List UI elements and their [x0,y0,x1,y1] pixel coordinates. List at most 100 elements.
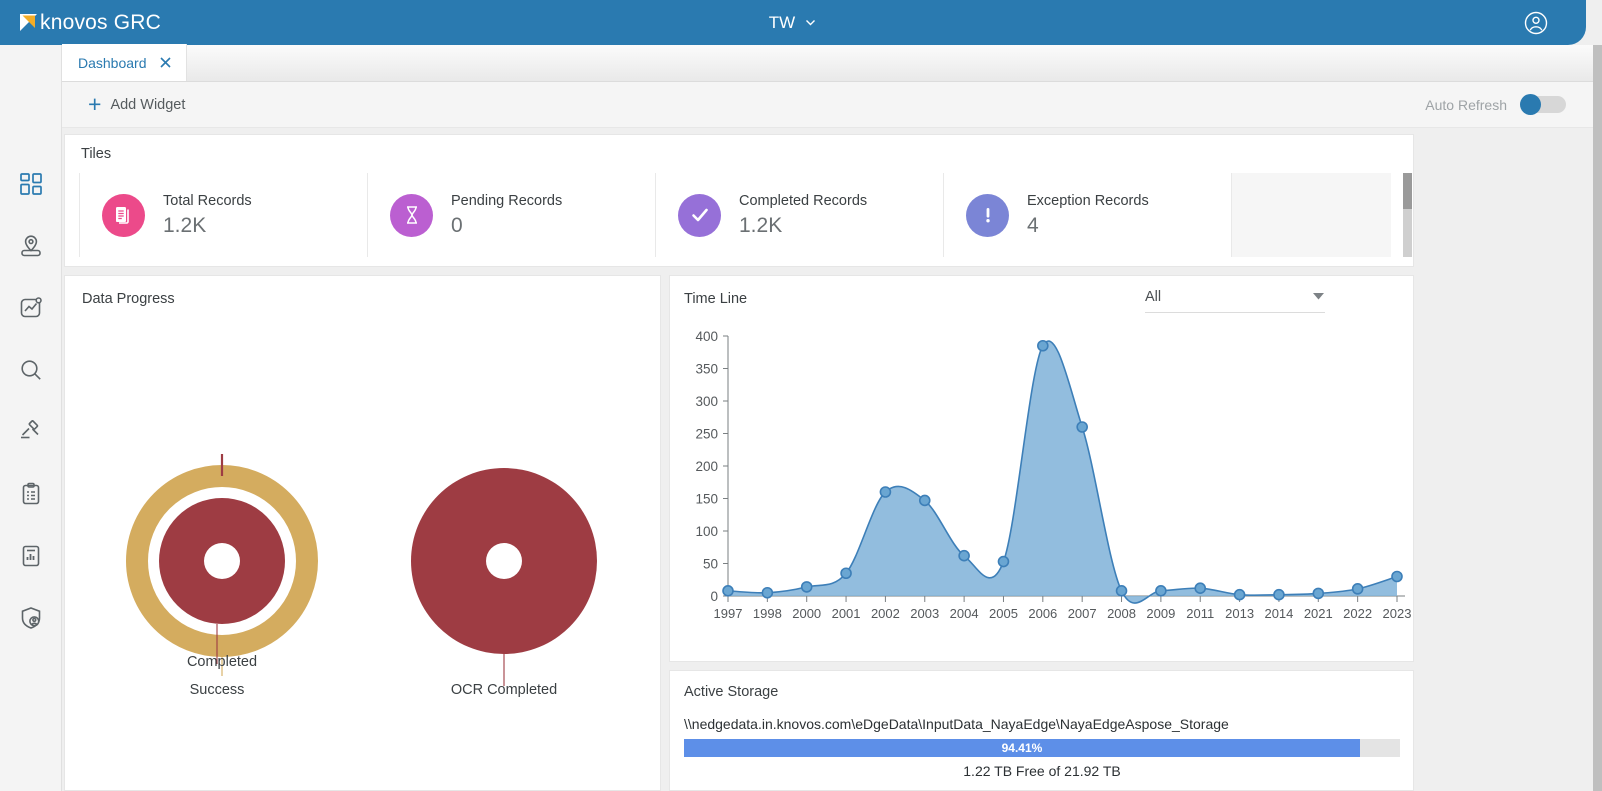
sidebar-item-security[interactable] [14,603,48,637]
y-axis-tick-label: 250 [695,427,718,442]
data-point[interactable] [723,586,733,596]
timeline-area-chart: 0501001502002503003504001997199820002001… [670,322,1415,652]
scrollbar-thumb[interactable] [1403,173,1412,209]
ocr-completed-donut: OCR Completed [411,468,597,698]
tiles-title: Tiles [81,146,111,162]
tile-label: Exception Records [1027,193,1149,209]
x-axis-tick-label: 1997 [714,606,743,621]
knovos-k-icon [18,12,39,33]
dashboard-grid-icon [18,171,44,202]
plus-icon: + [88,93,101,116]
location-pin-icon [18,233,44,264]
y-axis-tick-label: 350 [695,362,718,377]
left-sidebar [0,45,62,791]
storage-progress-fill: 94.41% [684,739,1360,757]
tile-placeholder [1231,173,1391,257]
page-scrollbar-thumb[interactable] [1593,45,1602,791]
sidebar-item-search[interactable] [14,355,48,389]
sidebar-item-dashboard[interactable] [14,169,48,203]
hourglass-icon [390,194,433,237]
label-success: Success [190,682,245,698]
sidebar-item-analytics[interactable] [14,293,48,327]
x-axis-tick-label: 2011 [1186,606,1214,621]
tile-pending-records[interactable]: Pending Records 0 [367,173,655,257]
tile-value: 1.2K [163,214,252,238]
data-point[interactable] [998,557,1008,567]
workspace-label[interactable]: TW [769,13,795,33]
data-point[interactable] [1392,572,1402,582]
x-axis-tick-label: 2014 [1264,606,1293,621]
tab-label: Dashboard [78,55,147,71]
chevron-down-icon [1312,288,1325,306]
y-axis-tick-label: 150 [695,492,718,507]
data-point[interactable] [1235,590,1245,600]
y-axis-tick-label: 0 [710,589,718,604]
documents-icon [102,194,145,237]
x-axis-tick-label: 2001 [832,606,861,621]
storage-free-label: 1.22 TB Free of 21.92 TB [684,763,1400,779]
data-progress-title: Data Progress [82,291,175,307]
data-point[interactable] [1274,590,1284,600]
sidebar-item-locations[interactable] [14,231,48,265]
data-point[interactable] [762,588,772,598]
page-scrollbar[interactable] [1593,45,1602,791]
tiles-widget: Tiles Total Records 1.2K [64,134,1414,267]
tile-exception-records[interactable]: Exception Records 4 [943,173,1231,257]
search-icon [18,357,44,388]
data-point[interactable] [1313,588,1323,598]
sidebar-item-tasks[interactable] [14,479,48,513]
x-axis-tick-label: 2004 [950,606,979,621]
tile-value: 0 [451,214,562,238]
y-axis-tick-label: 300 [695,394,718,409]
storage-percent-label: 94.41% [1002,741,1043,755]
donut-hole [486,543,522,579]
data-point[interactable] [1156,586,1166,596]
tile-total-records[interactable]: Total Records 1.2K [79,173,367,257]
data-point[interactable] [841,568,851,578]
auto-refresh-toggle[interactable] [1520,96,1566,113]
x-axis-tick-label: 2009 [1146,606,1175,621]
data-point[interactable] [920,495,930,505]
data-point[interactable] [802,582,812,592]
brand-logo[interactable]: knovos GRC [18,11,161,35]
y-axis-tick-label: 400 [695,329,718,344]
x-axis-tick-label: 2007 [1068,606,1097,621]
analytics-chart-icon [18,295,44,326]
chevron-down-icon[interactable] [804,16,817,29]
label-ocr-completed: OCR Completed [451,682,557,698]
timeline-filter-select[interactable]: All [1145,288,1325,313]
x-axis-tick-label: 1998 [753,606,782,621]
auto-refresh-control: Auto Refresh [1425,96,1566,113]
tile-value: 1.2K [739,214,867,238]
tiles-scrollbar[interactable] [1403,173,1412,257]
tile-completed-records[interactable]: Completed Records 1.2K [655,173,943,257]
completed-success-donut: Completed Success [137,454,307,698]
data-point[interactable] [1195,583,1205,593]
storage-progress-bar: 94.41% [684,739,1400,757]
close-icon[interactable] [159,56,172,69]
sidebar-item-reports[interactable] [14,541,48,575]
tab-dashboard[interactable]: Dashboard [62,44,187,81]
donut-hole [204,543,240,579]
add-widget-button[interactable]: + Add Widget [88,93,185,116]
x-axis-tick-label: 2000 [792,606,821,621]
data-point[interactable] [1353,584,1363,594]
label-completed: Completed [187,654,257,670]
x-axis-tick-label: 2008 [1107,606,1136,621]
data-point[interactable] [1117,586,1127,596]
data-point[interactable] [959,551,969,561]
clipboard-list-icon [18,481,44,512]
data-point[interactable] [1077,422,1087,432]
timeline-widget: Time Line All 05010015020025030035040019… [669,275,1414,662]
toggle-knob [1520,94,1541,115]
sidebar-item-legal[interactable] [14,417,48,451]
data-point[interactable] [1038,341,1048,351]
check-icon [678,194,721,237]
active-storage-title: Active Storage [684,684,778,700]
storage-path: \\nedgedata.in.knovos.com\eDgeData\Input… [684,716,1229,732]
shield-user-icon [18,605,44,636]
data-point[interactable] [880,487,890,497]
active-storage-widget: Active Storage \\nedgedata.in.knovos.com… [669,670,1414,791]
workspace-switcher: TW [0,0,1586,45]
user-account-icon[interactable] [1524,11,1548,40]
